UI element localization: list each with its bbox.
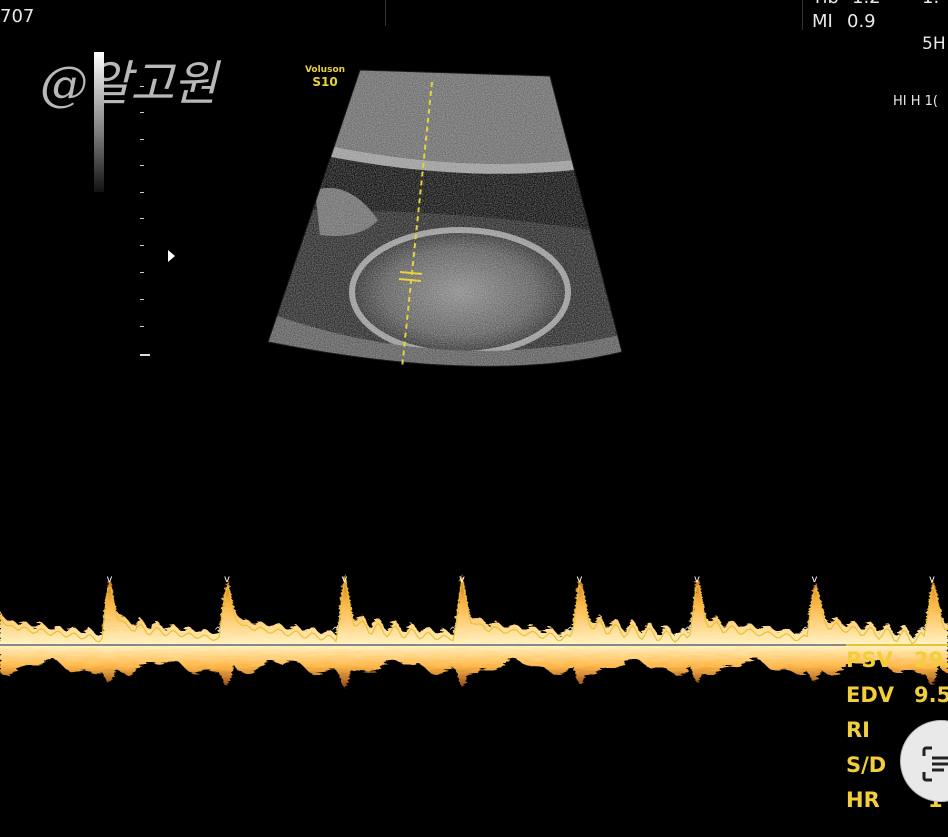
edv-marker: ^ <box>684 626 692 637</box>
hi-label: HI H 1( <box>893 94 938 109</box>
right-partial: 1. <box>922 0 939 8</box>
edv-marker: ^ <box>449 626 457 637</box>
edv-marker: ^ <box>919 626 927 637</box>
depth-tick <box>140 245 144 246</box>
doppler-spectrum: v ^ v ^ v ^ v ^ v ^ v ^ v ^ v <box>0 572 948 688</box>
edv-marker: ^ <box>214 626 222 637</box>
right-mode: 5H <box>922 34 946 54</box>
doppler-reverse-flow <box>0 645 948 688</box>
depth-tick-end <box>140 354 150 356</box>
psv-marker: v <box>342 574 348 585</box>
grayscale-bar <box>94 52 104 192</box>
result-label: HR <box>846 788 880 812</box>
psv-marker: v <box>929 574 935 585</box>
depth-tick <box>140 218 144 219</box>
doppler-waveform: v ^ v ^ v ^ v ^ v ^ v ^ v ^ v <box>0 572 948 688</box>
result-psv: PSV 29.9 <box>846 648 948 683</box>
result-value: 9.5 <box>914 683 948 707</box>
top-divider <box>385 0 386 26</box>
mi-label: MI <box>812 11 833 32</box>
ultrasound-sector-image <box>267 69 623 369</box>
psv-marker: v <box>694 574 700 585</box>
psv-marker: v <box>459 574 465 585</box>
result-label: RI <box>846 718 870 742</box>
edv-marker: ^ <box>566 626 574 637</box>
results-divider <box>846 644 948 646</box>
tib-value: 1.2 <box>852 0 881 8</box>
edv-marker: ^ <box>801 626 809 637</box>
param-divider <box>802 0 803 30</box>
depth-tick <box>140 86 144 87</box>
psv-marker: v <box>577 574 583 585</box>
psv-marker: v <box>224 574 230 585</box>
depth-tick <box>140 272 144 273</box>
depth-tick <box>140 165 144 166</box>
depth-tick <box>140 192 144 193</box>
tib-label: Tib <box>812 0 839 8</box>
result-edv: EDV 9.5 <box>846 683 948 718</box>
edv-marker: ^ <box>331 626 339 637</box>
frame-number: 707 <box>0 6 35 27</box>
triangle-right-icon <box>168 250 175 262</box>
doppler-baseline <box>0 644 948 646</box>
psv-marker: v <box>107 574 113 585</box>
mi-value: 0.9 <box>847 11 876 32</box>
result-label: EDV <box>846 683 895 707</box>
depth-tick <box>140 112 144 113</box>
depth-tick <box>140 139 144 140</box>
result-value: 29.9 <box>914 648 948 672</box>
depth-tick <box>140 326 144 327</box>
scan-text-icon <box>922 746 948 782</box>
psv-marker: v <box>812 574 818 585</box>
result-label: PSV <box>846 648 893 672</box>
watermark: @알고원 <box>40 56 217 112</box>
depth-tick <box>140 299 144 300</box>
